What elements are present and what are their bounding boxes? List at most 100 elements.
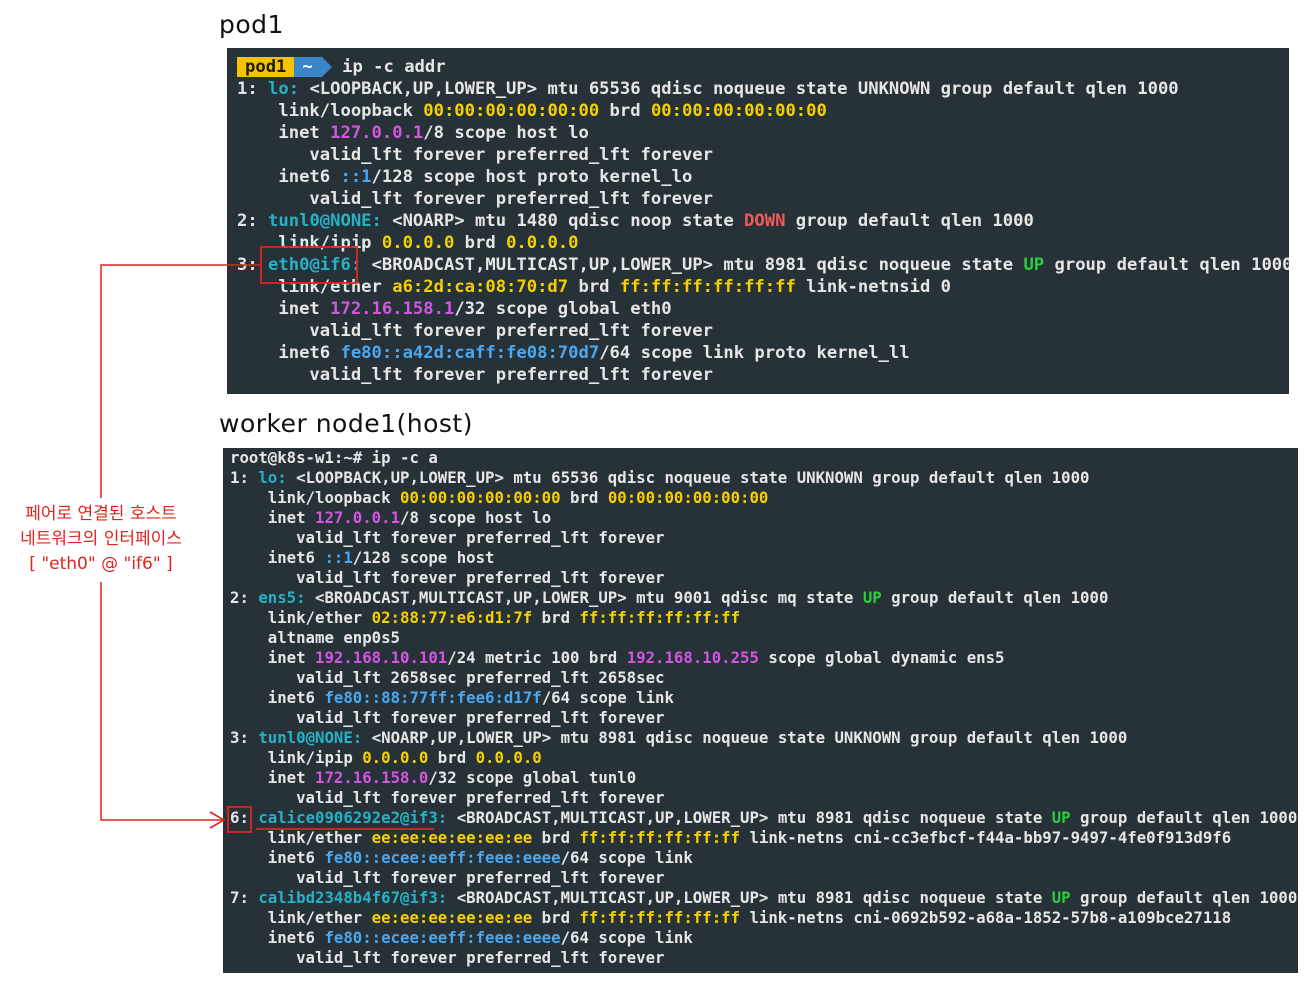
text: link-netnsid 0 <box>795 277 952 297</box>
terminal-line: inet 127.0.0.1/8 scope host lo <box>237 122 1289 144</box>
ipv6-address: fe80::88:77ff:fee6:d17f <box>324 688 542 707</box>
terminal-line: 2: ens5: <BROADCAST,MULTICAST,UP,LOWER_U… <box>230 588 1298 608</box>
ipv6-address: fe80::ecee:eeff:feee:eeee <box>324 848 561 867</box>
terminal-line: link/ether ee:ee:ee:ee:ee:ee brd ff:ff:f… <box>230 828 1298 848</box>
ipv4-broadcast: 192.168.10.255 <box>626 648 759 667</box>
text: link/loopback <box>237 101 424 121</box>
prompt-pod-name: pod1 <box>237 57 295 77</box>
text: /128 scope host proto kernel_lo <box>371 167 693 187</box>
text: inet <box>230 648 316 667</box>
state-up: UP <box>1023 255 1045 275</box>
text: /64 scope link proto kernel_ll <box>599 343 910 363</box>
annotation-line: [ "eth0" @ "if6" ] <box>29 554 173 574</box>
if-index: 7: <box>230 888 259 907</box>
if-flags: <BROADCAST,MULTICAST,UP,LOWER_UP> mtu 90… <box>305 588 863 607</box>
text: link/loopback <box>230 488 401 507</box>
terminal-line: valid_lft forever preferred_lft forever <box>237 321 713 341</box>
text: link/ether <box>237 277 393 297</box>
if-flags: <BROADCAST,MULTICAST,UP,LOWER_UP> mtu 89… <box>447 808 1052 827</box>
terminal-line: valid_lft forever preferred_lft forever <box>230 568 665 587</box>
text: link/ipip <box>237 233 382 253</box>
ipv6-address: ::1 <box>324 548 353 567</box>
if-flags: <BROADCAST,MULTICAST,UP,LOWER_UP> mtu 89… <box>447 888 1052 907</box>
if-flags: <NOARP,UP,LOWER_UP> mtu 8981 qdisc noque… <box>362 728 1128 747</box>
text: brd <box>560 488 608 507</box>
text: group default qlen 1000 <box>1070 888 1298 907</box>
text: /64 scope link <box>560 848 693 867</box>
connector-line <box>100 582 222 821</box>
terminal-line: inet6 fe80::88:77ff:fee6:d17f/64 scope l… <box>230 688 1298 708</box>
state-down: DOWN <box>744 211 786 231</box>
terminal-line: link/ether 02:88:77:e6:d1:7f brd ff:ff:f… <box>230 608 1298 628</box>
mac-address: a6:2d:ca:08:70:d7 <box>392 277 569 297</box>
text: /64 scope link <box>560 928 693 947</box>
if-flags: <LOOPBACK,UP,LOWER_UP> mtu 65536 qdisc n… <box>299 79 1179 99</box>
terminal-line: valid_lft forever preferred_lft forever <box>237 145 713 165</box>
terminal-line: 2: tunl0@NONE: <NOARP> mtu 1480 qdisc no… <box>237 210 1289 232</box>
text: /24 metric 100 brd <box>447 648 627 667</box>
text: inet6 <box>230 848 325 867</box>
text: group default qlen 1000 <box>1070 808 1298 827</box>
mac-address: 02:88:77:e6:d1:7f <box>371 608 533 627</box>
ipv4-address: 127.0.0.1 <box>330 123 424 143</box>
terminal-line: inet6 ::1/128 scope host <box>230 548 1298 568</box>
text: inet6 <box>237 167 341 187</box>
text: inet <box>237 123 331 143</box>
pod-heading: pod1 <box>219 10 284 39</box>
text: link/ether <box>230 908 372 927</box>
ipv6-address: fe80::a42d:caff:fe08:70d7 <box>340 343 600 363</box>
if-name: ens5: <box>258 588 306 607</box>
host-heading: worker node1(host) <box>219 409 473 438</box>
ipv6-address: ::1 <box>340 167 372 187</box>
ipip-address: 0.0.0.0 <box>381 233 455 253</box>
if-index: 2: <box>230 588 259 607</box>
ipv4-address: 127.0.0.1 <box>315 508 401 527</box>
if-index: 1: <box>237 79 269 99</box>
text: brd <box>532 908 580 927</box>
text: /32 scope global tunl0 <box>428 768 637 787</box>
arrowhead-icon <box>209 811 226 829</box>
text: link/ipip <box>230 748 363 767</box>
prompt-arrow-icon <box>320 56 332 78</box>
terminal-line: inet 172.16.158.1/32 scope global eth0 <box>237 298 1289 320</box>
terminal-line: inet6 fe80::ecee:eeff:feee:eeee/64 scope… <box>230 928 1298 948</box>
text: brd <box>428 748 476 767</box>
mac-address: 00:00:00:00:00:00 <box>650 101 827 121</box>
terminal-line: valid_lft forever preferred_lft forever <box>230 528 665 547</box>
terminal-line: inet 172.16.158.0/32 scope global tunl0 <box>230 768 1298 788</box>
if-index: 3: <box>230 728 259 747</box>
terminal-line: valid_lft forever preferred_lft forever <box>230 788 665 807</box>
terminal-line: pod1 ~ ip -c addr <box>237 56 1289 78</box>
text: brd <box>532 608 580 627</box>
text: inet <box>237 299 331 319</box>
text: brd <box>454 233 507 253</box>
terminal-line: link/ipip 0.0.0.0 brd 0.0.0.0 <box>237 232 1289 254</box>
host-terminal[interactable]: root@k8s-w1:~# ip -c a 1: lo: <LOOPBACK,U… <box>223 448 1298 973</box>
terminal-line: link/ether a6:2d:ca:08:70:d7 brd ff:ff:f… <box>237 276 1289 298</box>
terminal-line: valid_lft forever preferred_lft forever <box>230 708 665 727</box>
state-up: UP <box>862 588 882 607</box>
if-index: 1: <box>230 468 259 487</box>
text: link-netns cni-cc3efbcf-f44a-bb97-9497-4… <box>740 828 1232 847</box>
text: brd <box>568 277 620 297</box>
ipip-address: 0.0.0.0 <box>506 233 579 253</box>
text <box>249 808 258 827</box>
terminal-line: 3: eth0@if6: <BROADCAST,MULTICAST,UP,LOW… <box>237 254 1289 276</box>
pod-terminal[interactable]: pod1 ~ ip -c addr 1: lo: <LOOPBACK,UP,LOWE… <box>227 48 1289 394</box>
if-flags: <NOARP> mtu 1480 qdisc noop state <box>381 211 745 231</box>
if-name-calice0906292e2: calice0906292e2@if3: <box>258 808 448 827</box>
terminal-line: valid_lft forever preferred_lft forever <box>237 189 713 209</box>
text: /8 scope host lo <box>400 508 552 527</box>
command-text: ip -c addr <box>342 57 446 77</box>
text: /32 scope global eth0 <box>454 299 672 319</box>
text: brd <box>532 828 580 847</box>
terminal-line: valid_lft forever preferred_lft forever <box>230 948 665 967</box>
mac-address: ee:ee:ee:ee:ee:ee <box>371 828 533 847</box>
if-name: lo: <box>268 79 300 99</box>
mac-address: ee:ee:ee:ee:ee:ee <box>371 908 533 927</box>
terminal-line: 6: calice0906292e2@if3: <BROADCAST,MULTI… <box>230 808 1298 828</box>
if-index: 2: <box>237 211 269 231</box>
text: /64 scope link <box>541 688 674 707</box>
terminal-line: altname enp0s5 <box>230 628 401 647</box>
if-index: 3: <box>237 255 269 275</box>
